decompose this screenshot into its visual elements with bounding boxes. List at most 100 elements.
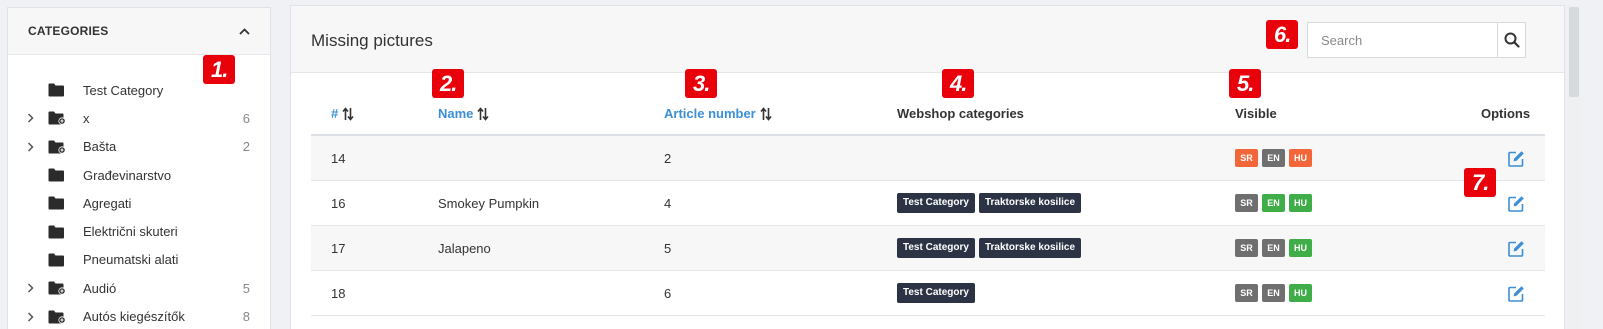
category-count: 6: [242, 110, 250, 126]
cell-name: Smokey Pumpkin: [438, 195, 540, 211]
visibility-badge-sr[interactable]: SR: [1235, 284, 1258, 302]
table-row: 17 Jalapeno 5 Test Category Traktorske kosil…: [311, 226, 1545, 271]
visibility-badge-hu[interactable]: HU: [1289, 284, 1312, 302]
visibility-badge-sr[interactable]: SR: [1235, 149, 1258, 167]
folder-plus-icon: [48, 111, 66, 126]
cell-name: Jalapeno: [438, 240, 491, 256]
edit-icon[interactable]: [1508, 240, 1525, 257]
annotation-marker-5: 5.: [1229, 69, 1262, 98]
visibility-badge-hu[interactable]: HU: [1289, 194, 1312, 212]
cell-id: 17: [331, 240, 346, 256]
annotation-marker-2: 2.: [432, 69, 465, 98]
category-item[interactable]: x6: [8, 104, 270, 132]
edit-icon[interactable]: [1508, 195, 1525, 212]
panel-header: Missing pictures: [291, 6, 1564, 73]
visibility-badge-sr[interactable]: SR: [1235, 239, 1258, 257]
visibility-badge-hu[interactable]: HU: [1289, 149, 1312, 167]
annotation-marker-7: 7.: [1464, 168, 1497, 197]
category-item[interactable]: Agregati: [8, 189, 270, 217]
sort-icon: [760, 106, 772, 121]
category-tag: Test Category: [897, 193, 975, 213]
table-header: # Name Article number Webshop categories…: [311, 73, 1545, 136]
chevron-right-icon[interactable]: [25, 113, 35, 123]
category-item[interactable]: Pneumatski alati: [8, 246, 270, 274]
visibility-badge-en[interactable]: EN: [1262, 284, 1285, 302]
categories-header[interactable]: CATEGORIES: [8, 8, 270, 55]
category-label: Građevinarstvo: [83, 167, 172, 183]
cell-webshop-categories: Test Category Traktorske kosilice: [897, 181, 1082, 225]
cell-webshop-categories: Test Category: [897, 271, 975, 315]
category-count: 8: [242, 309, 250, 325]
category-item[interactable]: Građevinarstvo: [8, 161, 270, 189]
annotation-marker-4: 4.: [942, 69, 975, 98]
category-label: Bašta: [83, 139, 117, 155]
folder-plus-icon: [48, 140, 66, 154]
category-tag: Traktorske kosilice: [978, 238, 1082, 258]
folder-icon: [48, 196, 66, 210]
visibility-badge-en[interactable]: EN: [1262, 149, 1285, 167]
visibility-badge-en[interactable]: EN: [1262, 194, 1285, 212]
column-header-options: Options: [1481, 106, 1531, 121]
category-item[interactable]: Audió 5: [8, 274, 270, 302]
folder-plus-icon: [48, 310, 66, 324]
category-label: Pneumatski alati: [83, 252, 179, 268]
category-label: Agregati: [83, 195, 132, 211]
scrollbar-thumb[interactable]: [1569, 7, 1579, 97]
page-title: Missing pictures: [311, 31, 433, 50]
visibility-badge-en[interactable]: EN: [1262, 239, 1285, 257]
column-header-article-number[interactable]: Article number: [664, 106, 772, 121]
table-body: 14 2 SR EN HU 16 Smokey Pumpkin 4 Test Category T…: [311, 136, 1545, 316]
search-box: [1307, 22, 1526, 58]
sort-icon: [477, 106, 490, 121]
cell-webshop-categories: Test Category Traktorske kosilice: [897, 226, 1082, 270]
sort-icon: [342, 106, 354, 121]
category-tree: Test Category x 6 Bašta 2 Građevinarstvo Agreg…: [8, 55, 270, 329]
search-icon: [1504, 32, 1520, 48]
column-header-id[interactable]: #: [331, 106, 354, 121]
column-header-name[interactable]: Name: [438, 106, 490, 121]
missing-pictures-table: # Name Article number Webshop categories…: [311, 73, 1545, 316]
visibility-badge-sr[interactable]: SR: [1235, 194, 1258, 212]
table-row: 14 2 SR EN HU: [311, 136, 1545, 181]
column-label-article-number: Article number: [664, 106, 756, 121]
category-tag: Test Category: [897, 238, 975, 258]
category-item[interactable]: Električni skuteri: [8, 217, 270, 245]
annotation-marker-6: 6.: [1266, 20, 1299, 49]
column-label-name: Name: [438, 106, 474, 121]
cell-id: 18: [331, 285, 346, 301]
cell-article-number: 2: [664, 150, 672, 166]
category-tag: Test Category: [897, 283, 975, 303]
folder-plus-icon: [48, 281, 66, 295]
category-count: 2: [242, 139, 250, 155]
cell-options: [1508, 271, 1525, 315]
page-scrollbar[interactable]: [1567, 5, 1581, 329]
chevron-right-icon[interactable]: [25, 142, 35, 152]
missing-pictures-panel: Missing pictures # Name Article number W…: [290, 5, 1565, 329]
category-label: Autós kiegészítők: [83, 309, 185, 325]
chevron-right-icon[interactable]: [25, 283, 35, 293]
column-header-visible: Visible: [1235, 106, 1277, 121]
column-label-id: #: [331, 106, 339, 121]
edit-icon[interactable]: [1508, 150, 1525, 167]
visibility-badge-hu[interactable]: HU: [1289, 239, 1312, 257]
search-input[interactable]: [1308, 23, 1497, 57]
category-label: Test Category: [83, 82, 164, 98]
cell-id: 14: [331, 150, 346, 166]
search-button[interactable]: [1497, 23, 1525, 57]
chevron-up-icon[interactable]: [237, 24, 251, 38]
edit-icon[interactable]: [1508, 285, 1525, 302]
category-label: x: [83, 110, 90, 126]
category-item[interactable]: Autós kiegészítők 8: [8, 302, 270, 329]
folder-icon: [48, 168, 66, 182]
cell-article-number: 6: [664, 285, 672, 301]
cell-visible: SR EN HU: [1235, 271, 1312, 315]
category-tag: Traktorske kosilice: [978, 193, 1082, 213]
chevron-right-icon[interactable]: [25, 311, 35, 322]
cell-options: [1508, 226, 1525, 270]
cell-visible: SR EN HU: [1235, 226, 1312, 270]
category-item[interactable]: Bašta 2: [8, 133, 270, 161]
folder-icon: [48, 225, 66, 239]
cell-article-number: 4: [664, 195, 672, 211]
table-row: 18 6 Test Category SR EN HU: [311, 271, 1545, 316]
annotation-marker-3: 3.: [685, 69, 718, 98]
